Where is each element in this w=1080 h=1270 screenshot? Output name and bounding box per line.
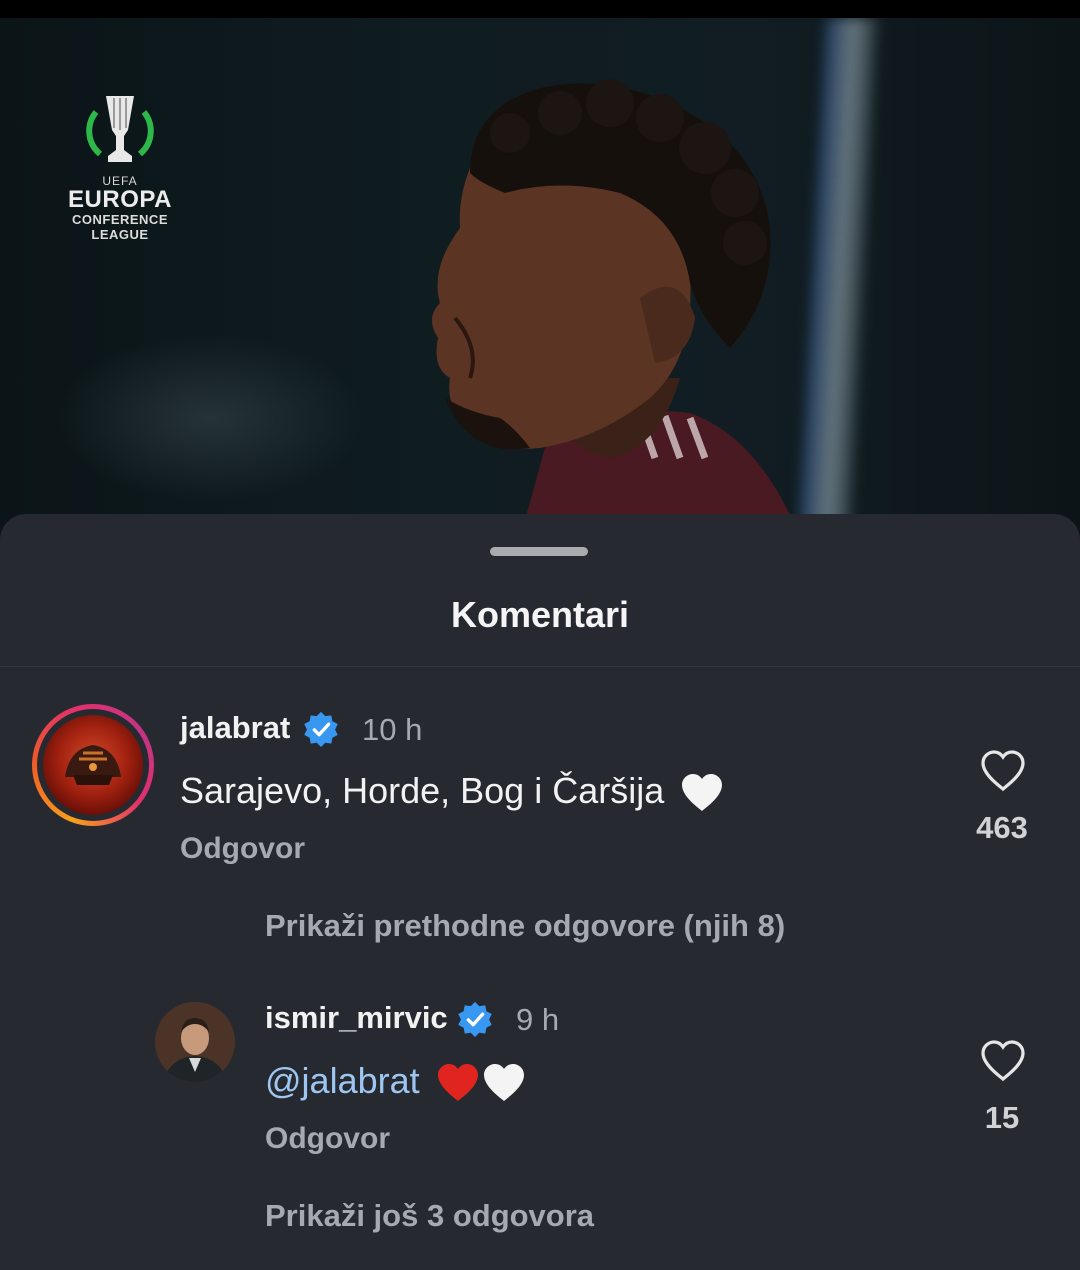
reply-time: 9 h (516, 1002, 560, 1037)
reply-text: @jalabrat (265, 1060, 526, 1103)
verified-badge-icon (304, 711, 338, 748)
like-heart-icon[interactable] (980, 750, 1026, 792)
uefa-conference-league-logo: UEFA EUROPA CONFERENCE LEAGUE (60, 90, 180, 280)
like-count: 15 (984, 1100, 1020, 1135)
logo-europa-text: EUROPA (68, 186, 172, 213)
red-heart-icon (437, 1064, 478, 1102)
comment-text: Sarajevo, Horde, Bog i Čaršija (180, 770, 724, 813)
comment-username[interactable]: jalabrat (180, 710, 290, 746)
logo-conference-text: CONFERENCE (71, 212, 168, 227)
reply-button[interactable]: Odgovor (180, 832, 305, 866)
white-heart-icon (682, 774, 723, 812)
mention-link[interactable]: @jalabrat (265, 1060, 420, 1101)
sheet-title: Komentari (450, 594, 630, 635)
verified-badge-icon (458, 1001, 492, 1038)
status-bar (0, 0, 1080, 18)
post-image[interactable]: UEFA EUROPA CONFERENCE LEAGUE (0, 18, 1080, 538)
story-ring[interactable] (32, 704, 154, 826)
sheet-drag-handle[interactable] (490, 547, 588, 556)
white-heart-icon (483, 1064, 524, 1102)
show-more-replies-button[interactable]: Prikaži još 3 odgovora (265, 1198, 594, 1234)
like-count: 463 (976, 810, 1028, 845)
comments-sheet: Komentari jalabrat 10 h Sarajevo, Horde,… (0, 514, 1080, 1270)
trophy-icon (86, 96, 154, 162)
divider (0, 666, 1080, 667)
show-previous-replies-button[interactable]: Prikaži prethodne odgovore (njih 8) (265, 908, 785, 944)
reply-button[interactable]: Odgovor (265, 1122, 390, 1156)
like-heart-icon[interactable] (980, 1040, 1026, 1082)
screen: UEFA EUROPA CONFERENCE LEAGUE Komentari … (0, 0, 1080, 1270)
avatar[interactable] (155, 1002, 235, 1082)
reply-username[interactable]: ismir_mirvic (265, 1000, 448, 1036)
comment-body: Sarajevo, Horde, Bog i Čaršija (180, 770, 665, 811)
comment-time: 10 h (362, 712, 423, 747)
logo-league-text: LEAGUE (91, 227, 149, 242)
avatar[interactable] (43, 715, 143, 815)
